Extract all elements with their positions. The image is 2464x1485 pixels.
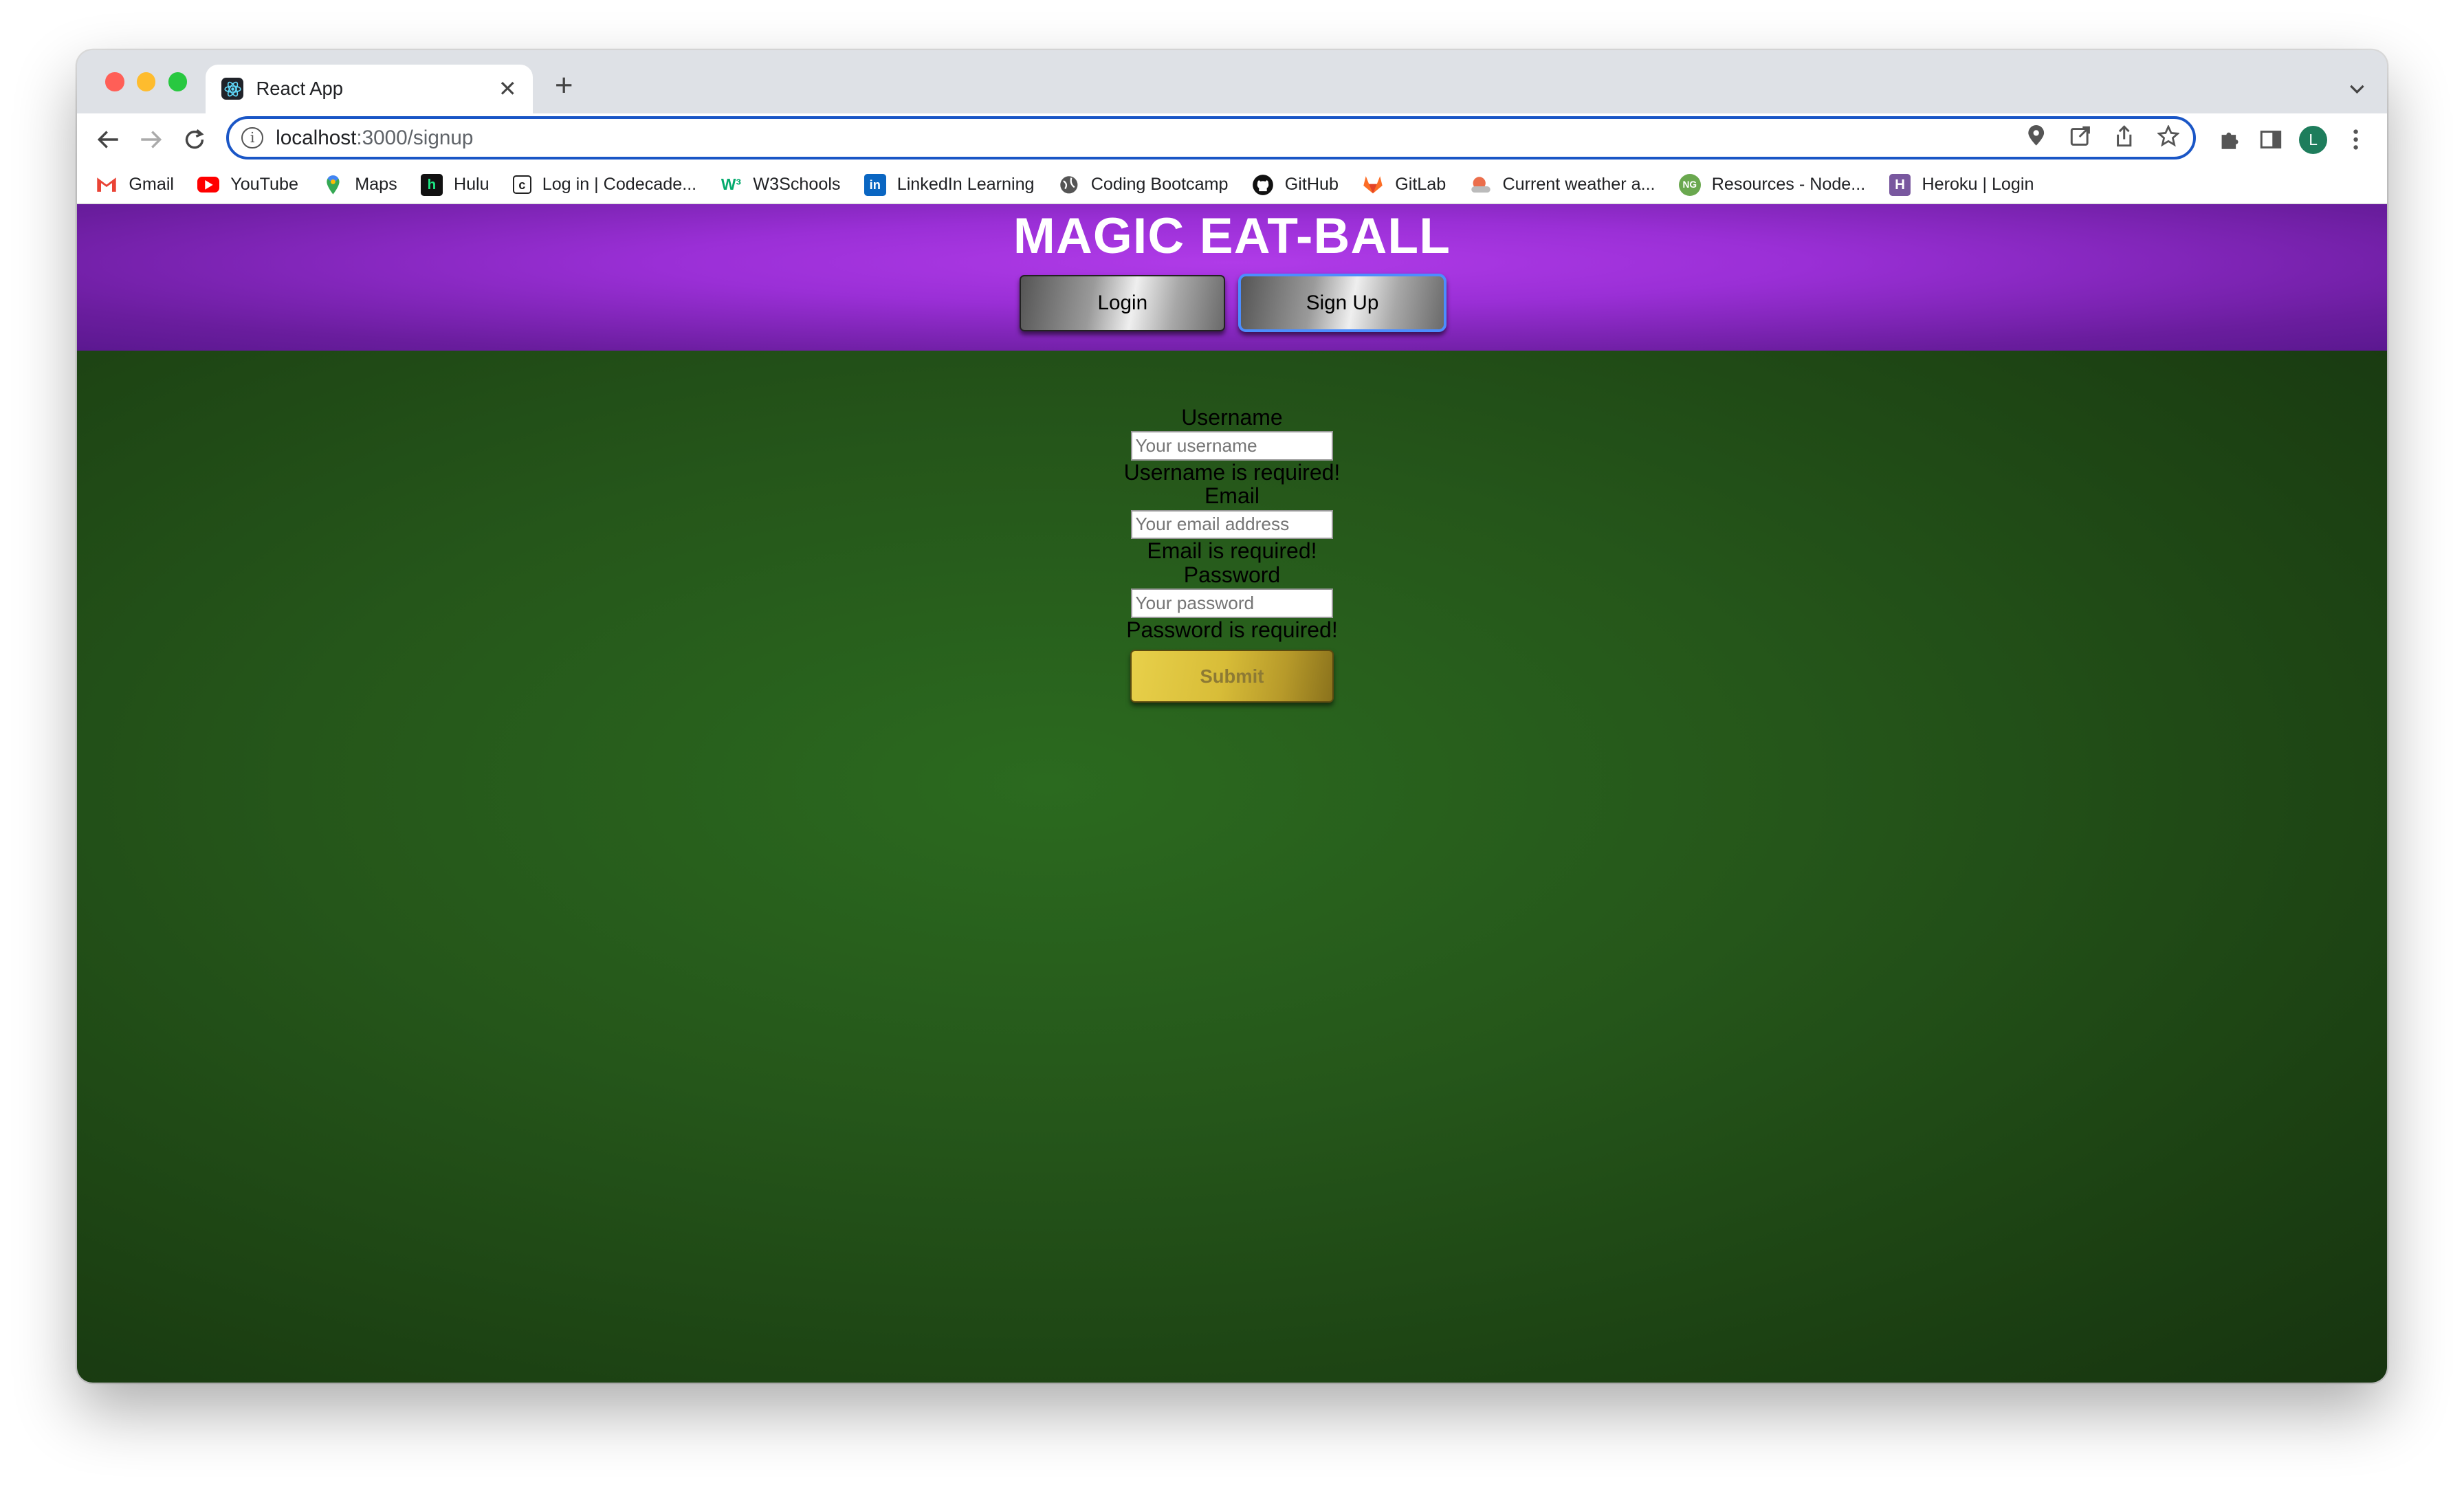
browser-window: React App ✕ + i localhost:3000/signup L … bbox=[76, 50, 2387, 1383]
bookmark-maps[interactable]: Maps bbox=[322, 174, 397, 196]
kebab-menu-icon[interactable] bbox=[2343, 127, 2368, 153]
address-bar[interactable]: i localhost:3000/signup bbox=[226, 116, 2197, 160]
window-controls bbox=[105, 72, 187, 91]
bookmark-hulu[interactable]: h Hulu bbox=[420, 173, 490, 196]
bookmark-codecademy[interactable]: c Log in | Codecade... bbox=[512, 175, 696, 195]
chevron-down-icon[interactable] bbox=[2349, 74, 2365, 94]
bookmark-gmail[interactable]: Gmail bbox=[96, 174, 174, 196]
github-icon bbox=[1252, 174, 1274, 196]
location-pin-icon[interactable] bbox=[2023, 124, 2049, 149]
signup-form: Username Username is required! Email Ema… bbox=[77, 406, 2387, 703]
info-icon[interactable]: i bbox=[241, 126, 263, 149]
weather-icon bbox=[1470, 174, 1492, 196]
close-tab-icon[interactable]: ✕ bbox=[495, 76, 520, 102]
bookmark-current-weather[interactable]: Current weather a... bbox=[1470, 174, 1656, 196]
gmail-icon bbox=[96, 174, 118, 196]
password-field[interactable] bbox=[1130, 588, 1334, 618]
side-panel-icon[interactable] bbox=[2258, 127, 2284, 153]
new-tab-button[interactable]: + bbox=[555, 69, 573, 101]
username-field[interactable] bbox=[1130, 431, 1334, 461]
tab-title: React App bbox=[256, 78, 343, 100]
email-error: Email is required! bbox=[1147, 538, 1317, 564]
bookmark-coding-bootcamp[interactable]: Coding Bootcamp bbox=[1058, 174, 1229, 196]
browser-toolbar: i localhost:3000/signup L bbox=[76, 113, 2387, 167]
extensions-puzzle-icon[interactable] bbox=[2217, 127, 2243, 153]
w3schools-icon: W³ bbox=[720, 175, 742, 194]
zoom-window-button[interactable] bbox=[168, 72, 187, 91]
bookmark-gitlab[interactable]: GitLab bbox=[1362, 174, 1446, 196]
url-text: localhost:3000/signup bbox=[276, 126, 474, 149]
minimize-window-button[interactable] bbox=[136, 72, 156, 91]
globe-icon bbox=[1058, 174, 1080, 196]
open-external-icon[interactable] bbox=[2067, 124, 2093, 149]
reload-icon[interactable] bbox=[179, 124, 211, 156]
email-label: Email bbox=[1204, 483, 1260, 509]
signup-button[interactable]: Sign Up bbox=[1238, 273, 1446, 333]
bookmark-star-icon[interactable] bbox=[2155, 124, 2181, 149]
bookmark-w3schools[interactable]: W³ W3Schools bbox=[720, 174, 841, 196]
heroku-icon: H bbox=[1889, 173, 1911, 196]
address-bar-actions bbox=[2023, 124, 2181, 149]
username-label: Username bbox=[1181, 404, 1283, 430]
login-button[interactable]: Login bbox=[1020, 274, 1226, 331]
password-label: Password bbox=[1183, 562, 1281, 587]
bookmark-youtube[interactable]: YouTube bbox=[197, 175, 298, 195]
gitlab-icon bbox=[1362, 174, 1384, 196]
tab-strip: React App ✕ + bbox=[76, 50, 2387, 113]
app-title: MAGIC EAT-BALL bbox=[1013, 208, 1451, 264]
username-error: Username is required! bbox=[1123, 459, 1341, 485]
toolbar-actions: L bbox=[2217, 125, 2368, 154]
password-error: Password is required! bbox=[1126, 617, 1338, 642]
submit-button[interactable]: Submit bbox=[1130, 649, 1334, 703]
forward-arrow-icon[interactable] bbox=[135, 124, 167, 156]
browser-tab[interactable]: React App ✕ bbox=[206, 64, 533, 113]
node-resources-icon: NG bbox=[1678, 173, 1701, 196]
share-icon[interactable] bbox=[2111, 124, 2137, 149]
app-header: MAGIC EAT-BALL Login Sign Up bbox=[76, 204, 2387, 351]
codecademy-icon: c bbox=[512, 175, 531, 195]
back-arrow-icon[interactable] bbox=[93, 124, 124, 156]
bookmark-heroku[interactable]: H Heroku | Login bbox=[1889, 173, 2034, 196]
react-icon bbox=[221, 78, 244, 100]
bookmarks-bar: Gmail YouTube Maps h Hulu c Log in | Cod… bbox=[76, 166, 2387, 205]
hulu-icon: h bbox=[420, 173, 443, 196]
bookmark-linkedin-learning[interactable]: in LinkedIn Learning bbox=[864, 173, 1035, 196]
close-window-button[interactable] bbox=[105, 72, 124, 91]
linkedin-icon: in bbox=[864, 173, 886, 196]
youtube-icon bbox=[197, 177, 220, 193]
email-field[interactable] bbox=[1130, 509, 1334, 540]
web-page: MAGIC EAT-BALL Login Sign Up Username Us… bbox=[76, 204, 2387, 1383]
profile-avatar[interactable]: L bbox=[2298, 125, 2328, 154]
bookmark-resources-node[interactable]: NG Resources - Node... bbox=[1678, 173, 1865, 196]
maps-pin-icon bbox=[322, 174, 344, 196]
bookmark-github[interactable]: GitHub bbox=[1252, 174, 1339, 196]
signup-content: Username Username is required! Email Ema… bbox=[76, 350, 2387, 1383]
